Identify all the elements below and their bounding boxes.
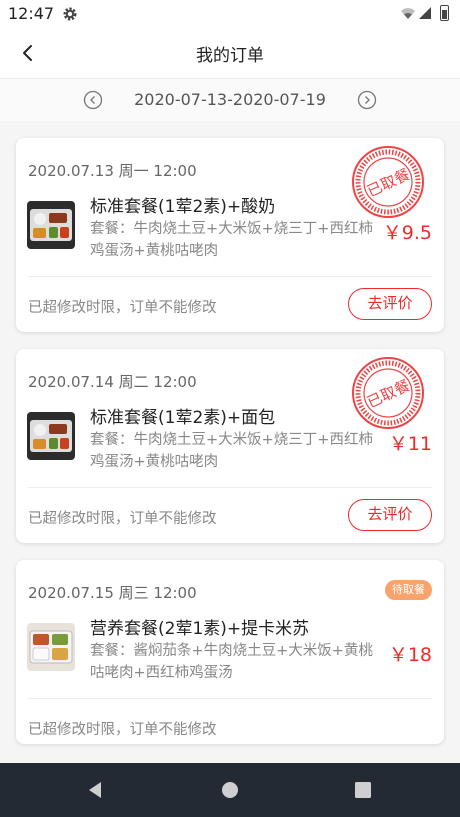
divider	[28, 698, 432, 699]
date-range-selector: 2020-07-13-2020-07-19	[0, 79, 460, 121]
order-card[interactable]: 2020.07.13 周一 12:00 已取餐 标准套餐(1荤2素)+酸奶 套餐…	[16, 138, 444, 332]
meal-thumbnail	[27, 412, 75, 460]
page-title: 我的订单	[196, 46, 264, 66]
next-week-icon[interactable]	[357, 90, 377, 110]
nav-home-icon[interactable]	[218, 778, 242, 802]
stamp-text: 已取餐	[364, 165, 412, 200]
status-bar: 12:47	[0, 0, 460, 28]
meal-name: 营养套餐(2荤1素)+提卡米苏	[90, 619, 310, 639]
order-price: ￥11	[388, 433, 432, 455]
review-button[interactable]: 去评价	[348, 499, 432, 531]
meal-thumbnail	[27, 201, 75, 249]
wifi-icon	[401, 8, 415, 19]
app-header: 我的订单	[0, 28, 460, 79]
nav-recents-icon[interactable]	[351, 778, 375, 802]
order-date: 2020.07.15 周三 12:00	[28, 584, 197, 602]
prev-week-icon[interactable]	[83, 90, 103, 110]
meal-description: 套餐：牛肉烧土豆+大米饭+烧三丁+西红柿鸡蛋汤+黄桃咕咾肉	[90, 432, 373, 470]
status-time: 12:47	[8, 4, 55, 23]
order-card[interactable]: 2020.07.14 周二 12:00 已取餐 标准套餐(1荤2素)+面包 套餐…	[16, 349, 444, 543]
nav-back-icon[interactable]	[84, 778, 108, 802]
meal-description: 套餐：牛肉烧土豆+大米饭+烧三丁+西红柿鸡蛋汤+黄桃咕咾肉	[90, 221, 373, 259]
system-nav-bar	[0, 763, 460, 817]
divider	[28, 276, 432, 277]
order-date: 2020.07.14 周二 12:00	[28, 373, 197, 391]
order-card[interactable]: 2020.07.15 周三 12:00 待取餐 营养套餐(2荤1素)+提卡米苏 …	[16, 560, 444, 744]
meal-name: 标准套餐(1荤2素)+面包	[90, 408, 276, 428]
modify-deadline-note: 已超修改时限，订单不能修改	[28, 511, 217, 527]
meal-description: 套餐：酱焖茄条+牛肉烧土豆+大米饭+黄桃咕咾肉+西红柿鸡蛋汤	[90, 643, 373, 681]
battery-icon	[440, 5, 449, 21]
order-price: ￥9.5	[382, 222, 432, 244]
picked-up-stamp-icon: 已取餐	[352, 146, 424, 218]
review-button[interactable]: 去评价	[348, 288, 432, 320]
date-range-label: 2020-07-13-2020-07-19	[134, 90, 326, 109]
signal-icon	[419, 7, 431, 19]
divider	[28, 487, 432, 488]
stamp-text: 已取餐	[364, 376, 412, 411]
modify-deadline-note: 已超修改时限，订单不能修改	[28, 300, 217, 316]
meal-thumbnail	[27, 623, 75, 671]
picked-up-stamp-icon: 已取餐	[352, 357, 424, 429]
order-price: ￥18	[388, 644, 432, 666]
status-badge: 待取餐	[385, 580, 432, 600]
modify-deadline-note: 已超修改时限，订单不能修改	[28, 722, 217, 738]
order-date: 2020.07.13 周一 12:00	[28, 162, 197, 180]
meal-name: 标准套餐(1荤2素)+酸奶	[90, 197, 276, 217]
gear-icon	[63, 7, 77, 21]
